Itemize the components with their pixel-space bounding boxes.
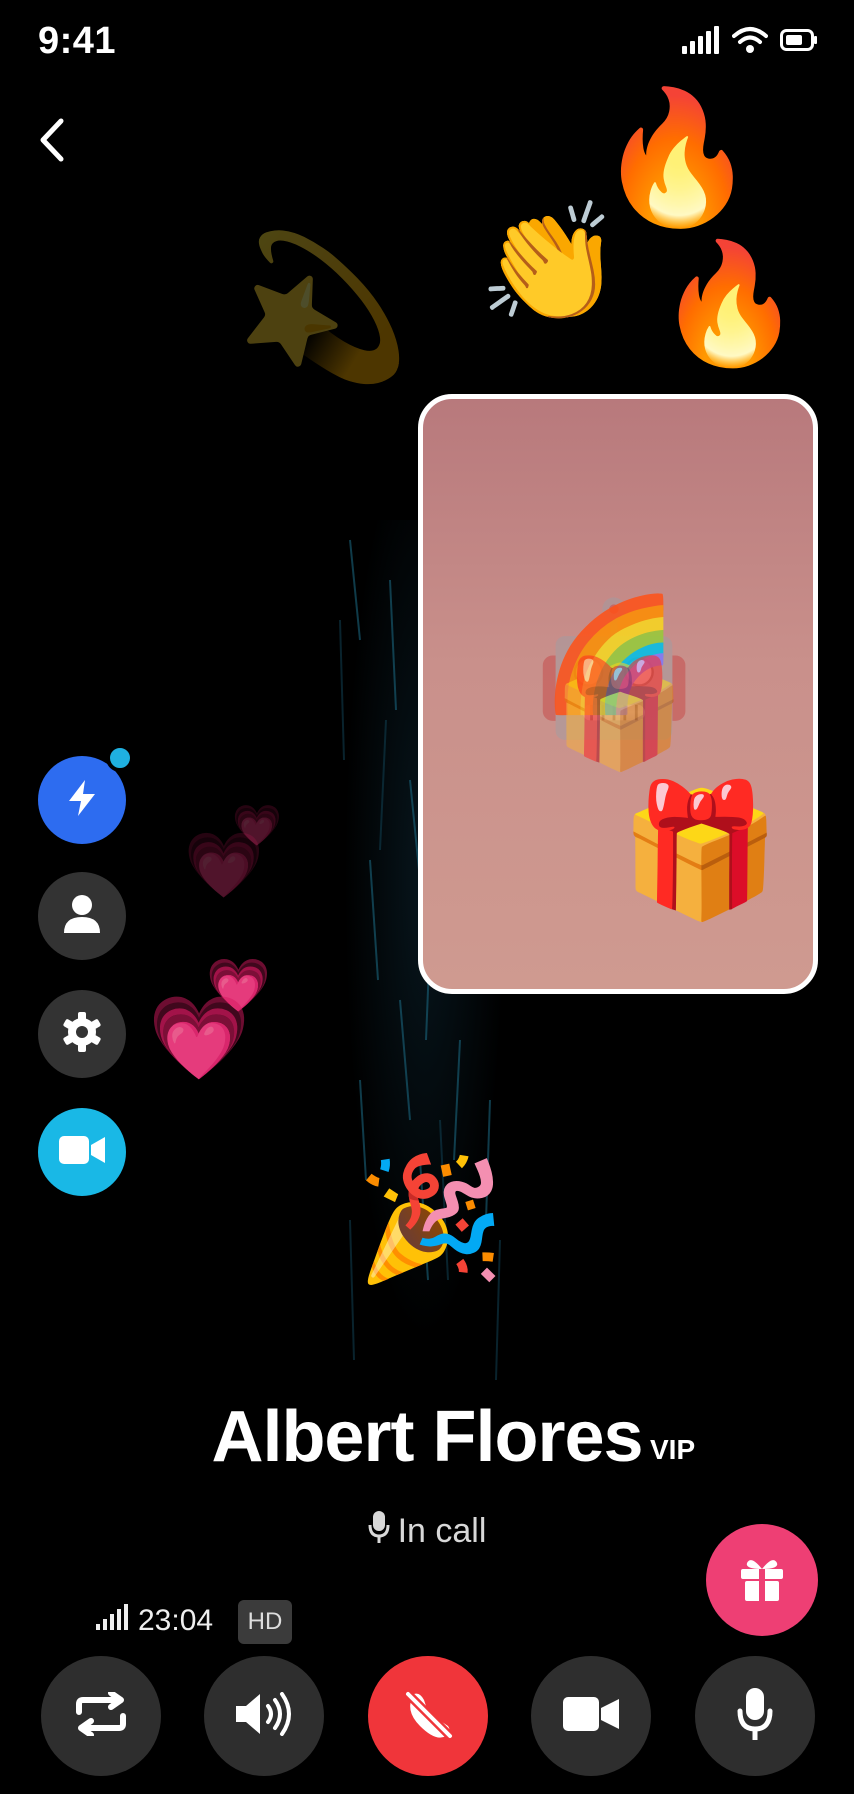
- video-camera-icon: [59, 1134, 105, 1171]
- status-time: 9:41: [38, 20, 117, 62]
- call-status-text: In call: [397, 1512, 487, 1550]
- end-call-button[interactable]: [368, 1656, 488, 1776]
- cellular-signal-icon: [682, 26, 720, 59]
- call-duration: 23:04: [138, 1604, 214, 1637]
- profile-button[interactable]: [38, 872, 126, 960]
- chevron-left-icon: [37, 117, 67, 168]
- party-popper-emoji: 🎉: [356, 1150, 506, 1289]
- settings-button[interactable]: [38, 990, 126, 1078]
- person-icon: [62, 893, 102, 940]
- shooting-star-emoji: 💫: [236, 226, 411, 389]
- back-button[interactable]: [30, 112, 74, 172]
- notification-dot: [106, 744, 134, 772]
- wifi-icon: [732, 26, 768, 59]
- contact-name: Albert Flores: [211, 1397, 643, 1477]
- video-toggle-button[interactable]: [531, 1656, 651, 1776]
- vip-badge: VIP: [650, 1434, 696, 1465]
- gift-icon: [737, 1553, 787, 1608]
- hd-badge: HD: [238, 1600, 292, 1644]
- microphone-icon: [368, 1510, 390, 1553]
- switch-camera-button[interactable]: [41, 1656, 161, 1776]
- microphone-icon: [737, 1687, 773, 1746]
- lightning-icon: [65, 778, 99, 823]
- self-view-video[interactable]: 🤖 🌈 🎁 🎁: [418, 394, 818, 994]
- speaker-icon: [234, 1691, 294, 1741]
- switch-camera-icon: [73, 1689, 129, 1741]
- heart-emoji: 💗: [148, 991, 251, 1086]
- fire-emoji: 🔥: [656, 234, 803, 372]
- battery-icon: [780, 29, 818, 56]
- signal-strength-icon: [96, 1604, 128, 1638]
- clapping-hands-emoji: 👏: [478, 196, 623, 331]
- send-gift-button[interactable]: [706, 1524, 818, 1636]
- status-icons: [682, 26, 818, 59]
- heart-emoji-dim: 💗: [184, 829, 264, 903]
- gear-icon: [61, 1011, 103, 1058]
- end-call-icon: [400, 1686, 456, 1747]
- speaker-button[interactable]: [204, 1656, 324, 1776]
- gift-emoji: 🎁: [619, 774, 781, 926]
- mute-button[interactable]: [695, 1656, 815, 1776]
- gift-emoji: 🎁: [553, 652, 685, 775]
- video-icon: [563, 1695, 619, 1738]
- call-timer: 23:04: [96, 1604, 213, 1638]
- video-effects-button[interactable]: [38, 1108, 126, 1196]
